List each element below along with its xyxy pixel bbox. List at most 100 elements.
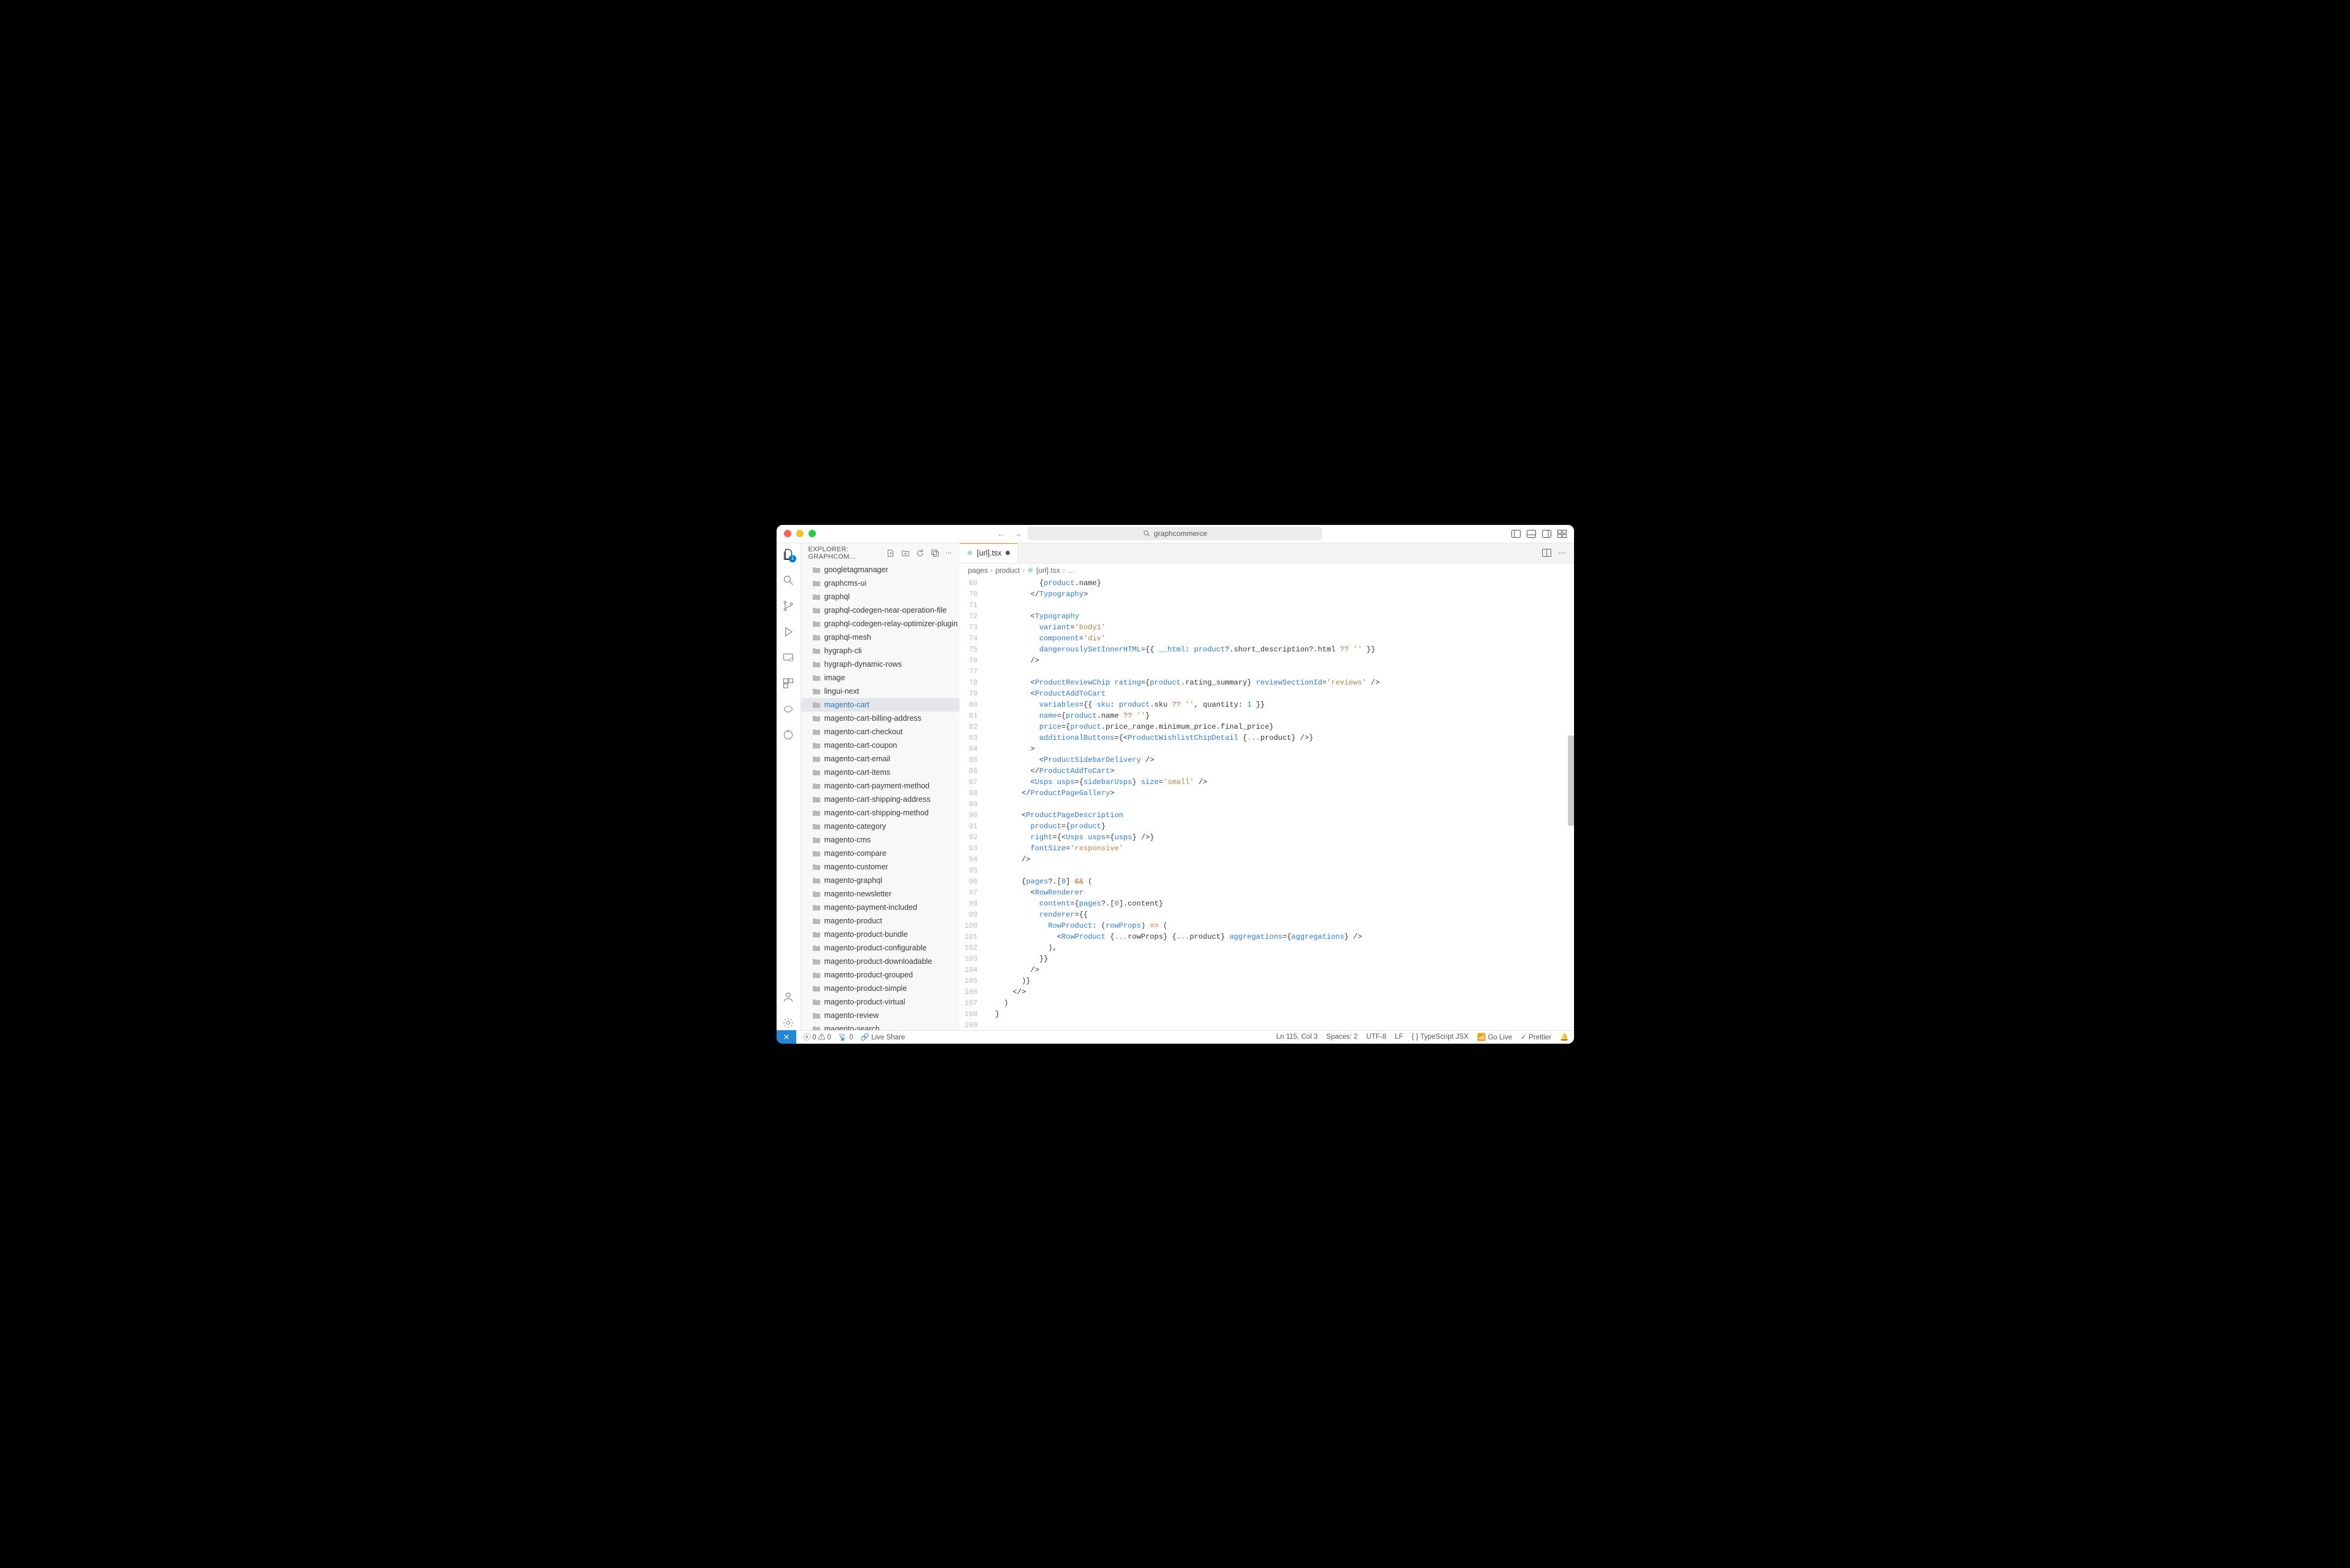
tab-url-tsx[interactable]: ⚛ [url].tsx <box>960 543 1018 563</box>
settings-tab[interactable] <box>781 1015 796 1030</box>
tree-item-graphcms-ui[interactable]: graphcms-ui <box>801 576 960 590</box>
explorer-tab[interactable]: 1 <box>781 547 796 562</box>
golive-indicator[interactable]: 📶 Go Live <box>1477 1033 1512 1041</box>
tree-item-magento-compare[interactable]: magento-compare <box>801 847 960 860</box>
folder-icon <box>812 944 821 952</box>
tree-item-magento-product-configurable[interactable]: magento-product-configurable <box>801 941 960 955</box>
tree-item-magento-category[interactable]: magento-category <box>801 820 960 833</box>
panel-right-icon[interactable] <box>1542 529 1551 538</box>
language-indicator[interactable]: { } TypeScript JSX <box>1412 1033 1469 1041</box>
close-window[interactable] <box>784 530 791 537</box>
tree-item-magento-graphql[interactable]: magento-graphql <box>801 874 960 887</box>
liveshare-indicator[interactable]: 🔗 Live Share <box>861 1033 905 1041</box>
source-control-tab[interactable] <box>781 599 796 613</box>
tree-item-magento-cart-email[interactable]: magento-cart-email <box>801 752 960 766</box>
remote-indicator[interactable] <box>777 1030 796 1044</box>
tree-item-magento-cart-shipping-method[interactable]: magento-cart-shipping-method <box>801 806 960 820</box>
problems-indicator[interactable]: ⓧ 0 ⚠ 0 <box>804 1032 831 1042</box>
maximize-window[interactable] <box>809 530 816 537</box>
tree-item-graphql[interactable]: graphql <box>801 590 960 604</box>
tree-item-graphql-codegen-near-operation-file[interactable]: graphql-codegen-near-operation-file <box>801 604 960 617</box>
tree-item-hygraph-dynamic-rows[interactable]: hygraph-dynamic-rows <box>801 658 960 671</box>
ports-indicator[interactable]: 📡 0 <box>839 1033 853 1041</box>
sidebar-header: EXPLORER: GRAPHCOM… ⋯ <box>801 543 960 563</box>
tree-item-magento-product-virtual[interactable]: magento-product-virtual <box>801 995 960 1009</box>
tree-item-magento-cart-payment-method[interactable]: magento-cart-payment-method <box>801 779 960 793</box>
notifications-icon[interactable]: 🔔 <box>1560 1033 1569 1041</box>
tree-item-label: magento-newsletter <box>824 890 892 898</box>
cursor-position[interactable]: Ln 115, Col 3 <box>1276 1033 1318 1041</box>
encoding-indicator[interactable]: UTF-8 <box>1367 1033 1387 1041</box>
file-tree[interactable]: googletagmanagergraphcms-uigraphqlgraphq… <box>801 563 960 1030</box>
tree-item-magento-cart-items[interactable]: magento-cart-items <box>801 766 960 779</box>
refresh-icon[interactable] <box>916 549 925 557</box>
indent-indicator[interactable]: Spaces: 2 <box>1326 1033 1357 1041</box>
command-center[interactable]: graphcommerce <box>1028 527 1322 540</box>
new-folder-icon[interactable] <box>901 549 910 557</box>
tree-item-magento-product[interactable]: magento-product <box>801 914 960 928</box>
folder-icon <box>812 728 821 735</box>
tree-item-magento-search[interactable]: magento-search <box>801 1022 960 1030</box>
share-tab[interactable] <box>781 702 796 716</box>
minimap[interactable] <box>1568 577 1574 1030</box>
tree-item-label: lingui-next <box>824 687 859 696</box>
code-editor[interactable]: 6970717273747576777879808182838485868788… <box>960 577 1574 1030</box>
tree-item-magento-cart-billing-address[interactable]: magento-cart-billing-address <box>801 712 960 725</box>
chevron-right-icon: › <box>1063 566 1065 575</box>
new-file-icon[interactable] <box>886 549 895 557</box>
crumb-pages[interactable]: pages <box>968 566 988 575</box>
eol-indicator[interactable]: LF <box>1395 1033 1403 1041</box>
breadcrumb[interactable]: pages › product › ⚛ [url].tsx › … <box>960 564 1574 577</box>
minimize-window[interactable] <box>796 530 804 537</box>
search-tab[interactable] <box>781 573 796 588</box>
tree-item-image[interactable]: image <box>801 671 960 685</box>
tree-item-lingui-next[interactable]: lingui-next <box>801 685 960 698</box>
folder-icon <box>812 701 821 708</box>
tree-item-graphql-mesh[interactable]: graphql-mesh <box>801 631 960 644</box>
folder-icon <box>812 580 821 587</box>
tree-item-label: graphcms-ui <box>824 579 867 588</box>
tree-item-graphql-codegen-relay-optimizer-plugin[interactable]: graphql-codegen-relay-optimizer-plugin <box>801 617 960 631</box>
tree-item-magento-product-simple[interactable]: magento-product-simple <box>801 982 960 995</box>
tree-item-magento-product-downloadable[interactable]: magento-product-downloadable <box>801 955 960 968</box>
tree-item-magento-product-bundle[interactable]: magento-product-bundle <box>801 928 960 941</box>
tree-item-magento-product-grouped[interactable]: magento-product-grouped <box>801 968 960 982</box>
panel-left-icon[interactable] <box>1511 529 1521 538</box>
extensions-tab[interactable] <box>781 676 796 691</box>
crumb-product[interactable]: product <box>995 566 1020 575</box>
debug-tab[interactable] <box>781 624 796 639</box>
modified-indicator <box>1006 551 1010 555</box>
tree-item-magento-cart-coupon[interactable]: magento-cart-coupon <box>801 739 960 752</box>
tree-item-hygraph-cli[interactable]: hygraph-cli <box>801 644 960 658</box>
minimap-thumb[interactable] <box>1568 735 1574 826</box>
layout-icon[interactable] <box>1557 529 1567 538</box>
panel-bottom-icon[interactable] <box>1527 529 1536 538</box>
target-tab[interactable] <box>781 728 796 742</box>
tree-item-magento-cart-checkout[interactable]: magento-cart-checkout <box>801 725 960 739</box>
prettier-indicator[interactable]: ✓ Prettier <box>1521 1033 1551 1041</box>
account-tab[interactable] <box>781 990 796 1004</box>
tree-item-magento-review[interactable]: magento-review <box>801 1009 960 1022</box>
tree-item-magento-cart-shipping-address[interactable]: magento-cart-shipping-address <box>801 793 960 806</box>
tree-item-magento-cart[interactable]: magento-cart <box>801 698 960 712</box>
tree-item-magento-payment-included[interactable]: magento-payment-included <box>801 901 960 914</box>
tree-item-magento-cms[interactable]: magento-cms <box>801 833 960 847</box>
code-content[interactable]: {product.name} </Typography> <Typography… <box>987 577 1574 1030</box>
react-icon: ⚛ <box>1027 566 1034 575</box>
tree-item-label: magento-cart <box>824 701 870 709</box>
tree-item-magento-newsletter[interactable]: magento-newsletter <box>801 887 960 901</box>
nav-forward-icon[interactable]: → <box>1014 529 1022 538</box>
tree-item-magento-customer[interactable]: magento-customer <box>801 860 960 874</box>
react-icon: ⚛ <box>967 549 974 557</box>
split-editor-icon[interactable] <box>1542 549 1551 557</box>
crumb-file[interactable]: [url].tsx <box>1036 566 1060 575</box>
more-actions-icon[interactable]: ⋯ <box>1559 548 1567 558</box>
folder-icon <box>812 647 821 654</box>
nav-back-icon[interactable]: ← <box>998 529 1006 538</box>
tree-item-googletagmanager[interactable]: googletagmanager <box>801 563 960 576</box>
window-controls <box>784 530 816 537</box>
remote-tab[interactable] <box>781 650 796 665</box>
more-icon[interactable]: ⋯ <box>945 549 952 557</box>
folder-icon <box>812 931 821 938</box>
collapse-icon[interactable] <box>931 549 939 557</box>
